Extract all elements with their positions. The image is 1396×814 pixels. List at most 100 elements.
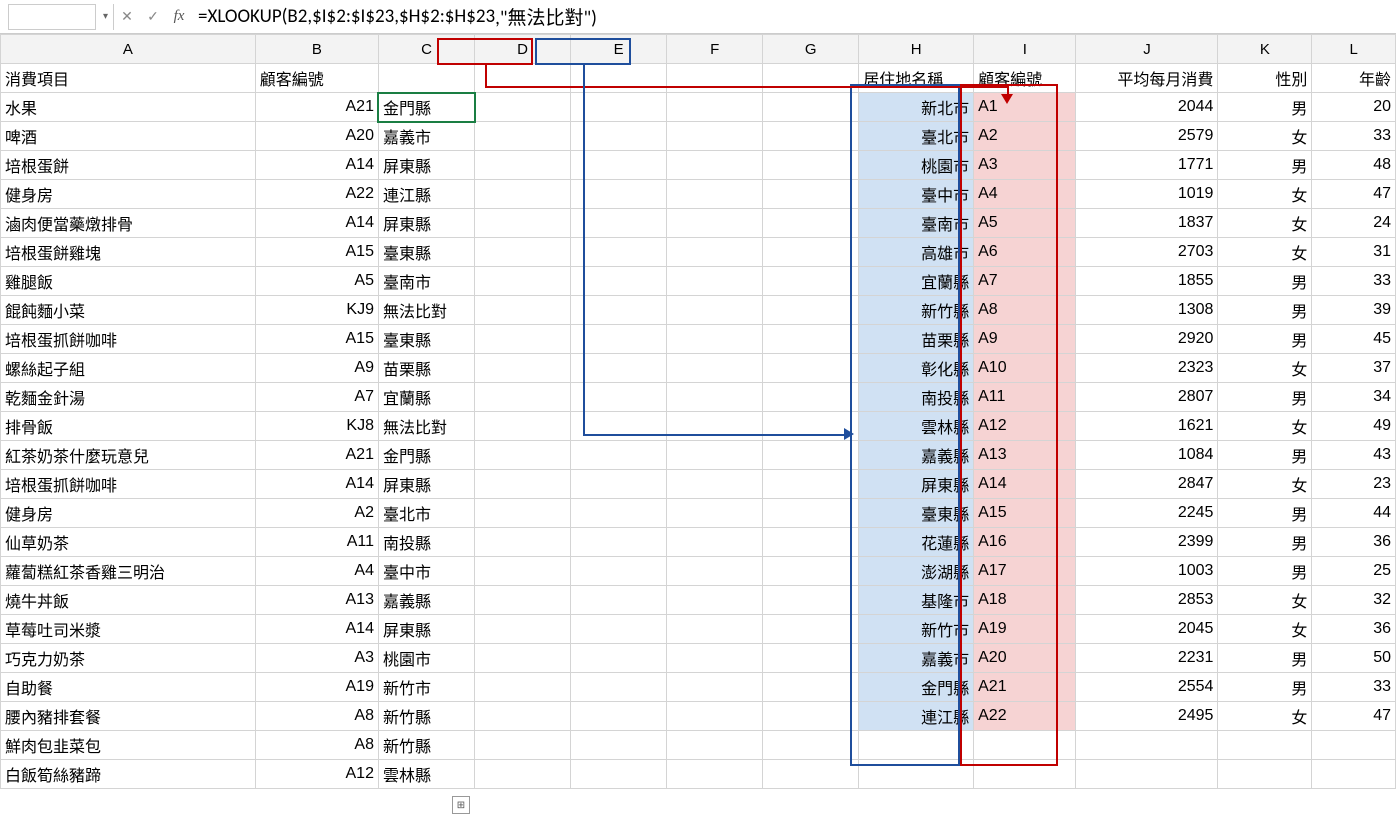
cell[interactable]: 47 (1312, 702, 1396, 731)
cell[interactable]: 33 (1312, 267, 1396, 296)
cell[interactable]: A7 (974, 267, 1076, 296)
cell[interactable] (667, 615, 763, 644)
col-header-A[interactable]: A (1, 35, 256, 64)
col-header-E[interactable]: E (571, 35, 667, 64)
cell[interactable] (571, 760, 667, 789)
col-header-F[interactable]: F (667, 35, 763, 64)
cell[interactable] (763, 64, 859, 93)
cell[interactable]: 男 (1218, 93, 1312, 122)
cell[interactable]: A21 (255, 441, 378, 470)
cell[interactable]: 啤酒 (1, 122, 256, 151)
cell[interactable] (667, 586, 763, 615)
cell[interactable] (571, 267, 667, 296)
cell[interactable] (571, 238, 667, 267)
cell[interactable]: 滷肉便當藥燉排骨 (1, 209, 256, 238)
cell[interactable] (763, 325, 859, 354)
cell[interactable]: A21 (255, 93, 378, 122)
cell[interactable]: 2495 (1076, 702, 1218, 731)
cell[interactable] (667, 731, 763, 760)
cell[interactable] (667, 644, 763, 673)
cell[interactable]: A2 (255, 499, 378, 528)
cell[interactable]: 南投縣 (378, 528, 474, 557)
cell[interactable]: A4 (255, 557, 378, 586)
cell[interactable]: A10 (974, 354, 1076, 383)
cell[interactable]: A15 (255, 325, 378, 354)
cell[interactable]: 37 (1312, 354, 1396, 383)
cell[interactable]: 2703 (1076, 238, 1218, 267)
cell[interactable] (571, 93, 667, 122)
cell[interactable] (667, 267, 763, 296)
cell[interactable]: A8 (255, 702, 378, 731)
cell[interactable]: A22 (255, 180, 378, 209)
cell[interactable]: 排骨飯 (1, 412, 256, 441)
cell[interactable]: 臺東縣 (859, 499, 974, 528)
cell[interactable]: 2807 (1076, 383, 1218, 412)
cell[interactable]: 雲林縣 (378, 760, 474, 789)
cell[interactable] (475, 673, 571, 702)
cell[interactable]: A5 (974, 209, 1076, 238)
cell[interactable] (571, 499, 667, 528)
cell[interactable]: A17 (974, 557, 1076, 586)
cell[interactable] (763, 412, 859, 441)
cell[interactable]: KJ9 (255, 296, 378, 325)
cell[interactable] (571, 64, 667, 93)
cell[interactable] (571, 644, 667, 673)
cell[interactable] (475, 731, 571, 760)
cell[interactable] (475, 325, 571, 354)
cell[interactable]: 女 (1218, 615, 1312, 644)
cell[interactable]: 25 (1312, 557, 1396, 586)
cell[interactable]: 女 (1218, 412, 1312, 441)
cell[interactable] (571, 673, 667, 702)
cell[interactable] (475, 760, 571, 789)
cell[interactable] (763, 644, 859, 673)
cell[interactable]: 男 (1218, 499, 1312, 528)
name-box[interactable] (8, 4, 96, 30)
cell[interactable]: 女 (1218, 702, 1312, 731)
cell[interactable] (667, 441, 763, 470)
cell[interactable]: 44 (1312, 499, 1396, 528)
cell[interactable] (571, 325, 667, 354)
cell[interactable]: 南投縣 (859, 383, 974, 412)
cell[interactable]: A13 (974, 441, 1076, 470)
cell[interactable] (667, 325, 763, 354)
cell[interactable]: 男 (1218, 151, 1312, 180)
cell[interactable] (475, 702, 571, 731)
cell[interactable] (667, 122, 763, 151)
cell[interactable]: 臺東縣 (378, 238, 474, 267)
cell[interactable]: 33 (1312, 673, 1396, 702)
cell[interactable]: 鮮肉包韭菜包 (1, 731, 256, 760)
cell[interactable] (763, 470, 859, 499)
cell[interactable]: 2579 (1076, 122, 1218, 151)
cell[interactable]: 1308 (1076, 296, 1218, 325)
cell[interactable]: 嘉義市 (859, 644, 974, 673)
cell[interactable] (475, 64, 571, 93)
cell[interactable]: 培根蛋餅雞塊 (1, 238, 256, 267)
cell[interactable]: 女 (1218, 209, 1312, 238)
cell[interactable]: A15 (974, 499, 1076, 528)
cell[interactable] (475, 644, 571, 673)
cell[interactable] (859, 760, 974, 789)
cell[interactable]: A18 (974, 586, 1076, 615)
cell[interactable] (1312, 731, 1396, 760)
cell[interactable]: 2920 (1076, 325, 1218, 354)
col-header-D[interactable]: D (475, 35, 571, 64)
cell[interactable]: 白飯筍絲豬蹄 (1, 760, 256, 789)
cell[interactable] (571, 122, 667, 151)
cell[interactable]: 腰內豬排套餐 (1, 702, 256, 731)
cell[interactable]: A15 (255, 238, 378, 267)
cell[interactable]: 2847 (1076, 470, 1218, 499)
cell[interactable]: 屏東縣 (378, 470, 474, 499)
cell[interactable] (667, 499, 763, 528)
cell[interactable] (974, 760, 1076, 789)
cell[interactable]: 臺北市 (378, 499, 474, 528)
cell[interactable] (475, 267, 571, 296)
cell[interactable] (763, 702, 859, 731)
cell[interactable]: 新竹縣 (378, 702, 474, 731)
cell[interactable]: 金門縣 (859, 673, 974, 702)
autofill-options-icon[interactable]: ⊞ (452, 796, 470, 814)
cell[interactable]: 34 (1312, 383, 1396, 412)
cell[interactable]: 1621 (1076, 412, 1218, 441)
cell[interactable]: A9 (974, 325, 1076, 354)
cell[interactable]: 健身房 (1, 180, 256, 209)
cell[interactable]: A5 (255, 267, 378, 296)
